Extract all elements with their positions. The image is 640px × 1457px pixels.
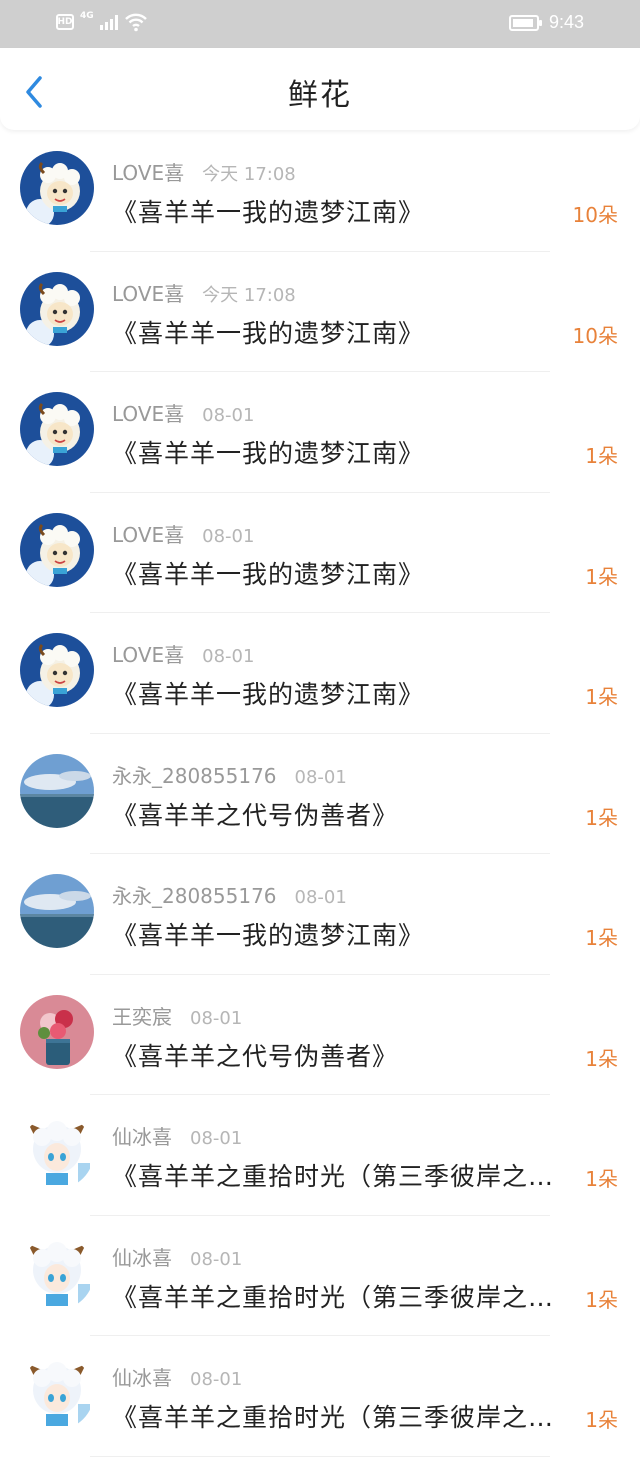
timestamp: 08-01 [190, 1369, 243, 1390]
user-name[interactable]: LOVE喜 [112, 643, 184, 667]
list-item[interactable]: LOVE喜 08-01 《喜羊羊一我的遗梦江南》 1朵 [0, 372, 640, 493]
status-right: 9:43 [508, 12, 584, 33]
status-time: 9:43 [548, 12, 584, 32]
flower-count: 10朵 [572, 323, 618, 348]
avatar[interactable] [20, 753, 94, 828]
timestamp: 今天 17:08 [202, 284, 296, 306]
timestamp: 08-01 [294, 887, 347, 908]
avatar[interactable] [20, 512, 94, 587]
user-name[interactable]: LOVE喜 [112, 161, 184, 185]
user-name[interactable]: LOVE喜 [112, 523, 184, 547]
item-meta: LOVE喜 今天 17:08 [112, 157, 296, 186]
timestamp: 08-01 [202, 646, 255, 667]
work-title[interactable]: 《喜羊羊一我的遗梦江南》 [112, 193, 582, 229]
divider [90, 1455, 550, 1457]
work-title[interactable]: 《喜羊羊一我的遗梦江南》 [112, 916, 582, 952]
avatar[interactable] [20, 874, 94, 948]
item-meta: 仙冰喜 08-01 [112, 1121, 242, 1150]
timestamp: 08-01 [190, 1007, 243, 1029]
user-name[interactable]: LOVE喜 [112, 402, 184, 426]
work-title[interactable]: 《喜羊羊之重拾时光（第三季彼岸之… [112, 1278, 582, 1314]
avatar[interactable] [20, 392, 94, 466]
flower-count: 1朵 [585, 685, 618, 709]
nav-bar: 鲜花 [0, 48, 640, 130]
avatar[interactable] [20, 1356, 94, 1430]
avatar[interactable] [20, 1235, 94, 1310]
work-title[interactable]: 《喜羊羊一我的遗梦江南》 [112, 314, 582, 350]
hd-icon: HD [56, 14, 74, 30]
item-meta: 永永_280855176 08-01 [112, 880, 347, 909]
list-item[interactable]: 永永_280855176 08-01 《喜羊羊一我的遗梦江南》 1朵 [0, 854, 640, 975]
flower-count: 1朵 [585, 564, 618, 589]
signal-icon [99, 14, 118, 30]
user-name[interactable]: 永永_280855176 [112, 764, 277, 788]
timestamp: 08-01 [190, 1248, 243, 1270]
item-meta: LOVE喜 08-01 [112, 398, 254, 427]
item-meta: LOVE喜 08-01 [112, 519, 254, 548]
work-title[interactable]: 《喜羊羊一我的遗梦江南》 [112, 555, 582, 591]
flower-count: 1朵 [585, 444, 618, 468]
work-title[interactable]: 《喜羊羊一我的遗梦江南》 [112, 434, 582, 470]
flower-count: 1朵 [585, 1167, 618, 1191]
timestamp: 08-01 [190, 1128, 243, 1149]
list-item[interactable]: 仙冰喜 08-01 《喜羊羊之重拾时光（第三季彼岸之… 1朵 [0, 1095, 640, 1216]
avatar[interactable] [20, 633, 94, 707]
page-title: 鲜花 [288, 78, 352, 113]
network-type: 4G [80, 11, 94, 21]
user-name[interactable]: LOVE喜 [112, 282, 184, 306]
status-left: HD 4G [56, 11, 148, 32]
item-meta: LOVE喜 08-01 [112, 639, 254, 668]
flower-count: 10朵 [572, 203, 618, 227]
user-name[interactable]: 王奕宸 [112, 1005, 172, 1029]
user-name[interactable]: 仙冰喜 [112, 1246, 172, 1270]
work-title[interactable]: 《喜羊羊之代号伪善者》 [112, 796, 582, 832]
list-item[interactable]: LOVE喜 今天 17:08 《喜羊羊一我的遗梦江南》 10朵 [0, 252, 640, 372]
item-meta: 永永_280855176 08-01 [112, 760, 347, 789]
battery-icon [508, 14, 542, 31]
work-title[interactable]: 《喜羊羊之重拾时光（第三季彼岸之… [112, 1157, 582, 1193]
work-title[interactable]: 《喜羊羊一我的遗梦江南》 [112, 675, 582, 711]
list-item[interactable]: 仙冰喜 08-01 《喜羊羊之重拾时光（第三季彼岸之… 1朵 [0, 1336, 640, 1457]
item-meta: LOVE喜 今天 17:08 [112, 278, 296, 307]
timestamp: 今天 17:08 [202, 164, 296, 185]
list-item[interactable]: LOVE喜 今天 17:08 《喜羊羊一我的遗梦江南》 10朵 [0, 131, 640, 252]
user-name[interactable]: 仙冰喜 [112, 1366, 172, 1390]
work-title[interactable]: 《喜羊羊之重拾时光（第三季彼岸之… [112, 1398, 582, 1434]
flower-count: 1朵 [585, 805, 618, 830]
user-name[interactable]: 仙冰喜 [112, 1125, 172, 1149]
user-name[interactable]: 永永_280855176 [112, 884, 277, 908]
timestamp: 08-01 [202, 525, 255, 547]
item-meta: 王奕宸 08-01 [112, 1001, 242, 1030]
status-bar: HD 4G 9:43 [0, 0, 640, 48]
work-title[interactable]: 《喜羊羊之代号伪善者》 [112, 1037, 582, 1073]
list-item[interactable]: 永永_280855176 08-01 《喜羊羊之代号伪善者》 1朵 [0, 734, 640, 854]
list-item[interactable]: 仙冰喜 08-01 《喜羊羊之重拾时光（第三季彼岸之… 1朵 [0, 1216, 640, 1336]
avatar[interactable] [20, 994, 94, 1069]
gift-list: LOVE喜 今天 17:08 《喜羊羊一我的遗梦江南》 10朵 LOVE喜 今天 1… [0, 131, 640, 1457]
item-meta: 仙冰喜 08-01 [112, 1242, 242, 1271]
avatar[interactable] [20, 151, 94, 225]
list-item[interactable]: LOVE喜 08-01 《喜羊羊一我的遗梦江南》 1朵 [0, 613, 640, 734]
flower-count: 1朵 [585, 1408, 618, 1432]
flower-count: 1朵 [585, 1046, 618, 1071]
flower-count: 1朵 [585, 926, 618, 950]
timestamp: 08-01 [202, 405, 255, 426]
flower-count: 1朵 [585, 1287, 618, 1312]
list-item[interactable]: LOVE喜 08-01 《喜羊羊一我的遗梦江南》 1朵 [0, 493, 640, 613]
item-meta: 仙冰喜 08-01 [112, 1362, 242, 1391]
wifi-icon [124, 13, 147, 32]
avatar[interactable] [20, 271, 94, 346]
timestamp: 08-01 [294, 766, 347, 788]
list-item[interactable]: 王奕宸 08-01 《喜羊羊之代号伪善者》 1朵 [0, 975, 640, 1095]
avatar[interactable] [20, 1115, 94, 1189]
